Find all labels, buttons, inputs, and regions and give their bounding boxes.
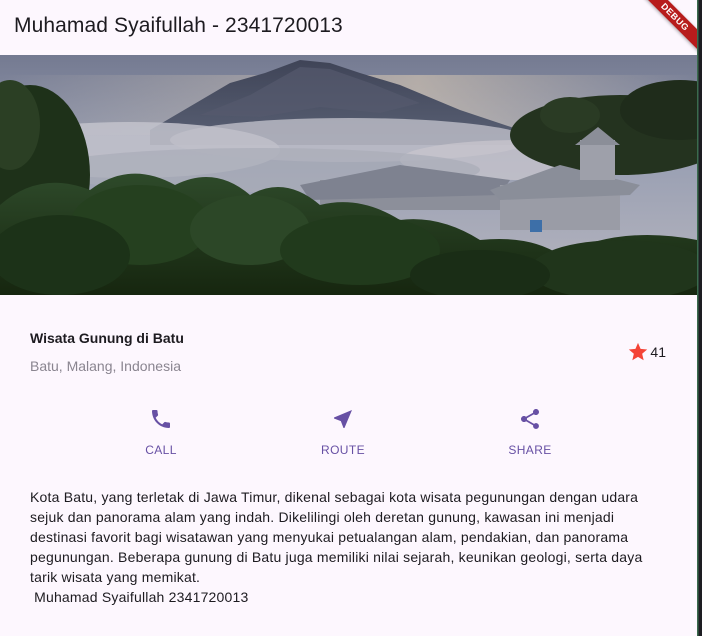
star-icon (629, 342, 648, 361)
call-button[interactable]: CALL (111, 405, 211, 460)
route-label: ROUTE (321, 443, 365, 457)
description-section: Kota Batu, yang terletak di Jawa Timur, … (30, 487, 660, 607)
description-text: Kota Batu, yang terletak di Jawa Timur, … (30, 489, 643, 585)
place-location: Batu, Malang, Indonesia (30, 358, 181, 374)
rating: 41 (627, 341, 666, 363)
share-button[interactable]: SHARE (480, 405, 580, 460)
app-screen: Muhamad Syaifullah - 2341720013 DEBUG Wi… (0, 0, 697, 636)
hero-image (0, 55, 697, 295)
description-signature: Muhamad Syaifullah 2341720013 (30, 589, 249, 605)
place-name: Wisata Gunung di Batu (30, 330, 184, 346)
phone-icon (152, 410, 170, 428)
action-button-row: CALL ROUTE SHARE (0, 405, 697, 460)
debug-banner: DEBUG (636, 0, 697, 56)
route-button[interactable]: ROUTE (293, 405, 393, 460)
app-bar: Muhamad Syaifullah - 2341720013 DEBUG (0, 0, 697, 56)
share-label: SHARE (508, 443, 552, 457)
window-edge (697, 0, 702, 636)
app-bar-title: Muhamad Syaifullah - 2341720013 (14, 14, 343, 37)
call-label: CALL (145, 443, 177, 457)
title-section: Wisata Gunung di Batu Batu, Malang, Indo… (30, 330, 670, 380)
rating-count: 41 (650, 344, 666, 360)
share-icon (521, 409, 539, 429)
near-me-icon (334, 410, 352, 428)
